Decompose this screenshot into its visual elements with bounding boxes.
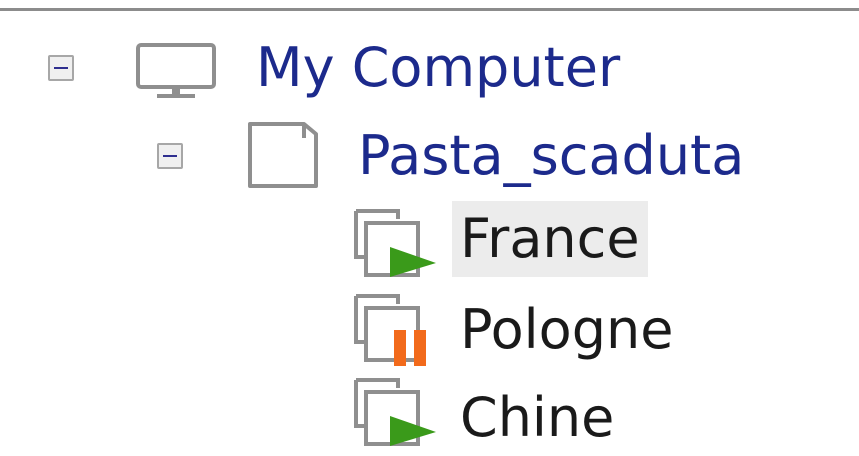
collapse-toggle-pasta-scaduta[interactable] [157, 143, 183, 169]
tree-node-my-computer[interactable]: My Computer [0, 30, 859, 106]
tree-label-my-computer: My Computer [256, 36, 621, 99]
document-icon [248, 122, 318, 188]
tree-label-pasta-scaduta: Pasta_scaduta [358, 124, 745, 187]
tree-view: My Computer Pasta_scaduta France Pologne [0, 0, 859, 450]
job-paused-icon [354, 294, 426, 366]
tree-node-pologne[interactable]: Pologne [0, 292, 859, 368]
tree-label-france: France [452, 201, 648, 277]
tree-node-pasta-scaduta[interactable]: Pasta_scaduta [0, 118, 859, 194]
tree-node-france[interactable]: France [0, 201, 859, 281]
collapse-toggle-my-computer[interactable] [48, 55, 74, 81]
monitor-icon [136, 43, 216, 98]
tree-label-pologne: Pologne [460, 298, 674, 361]
job-running-icon [354, 378, 436, 446]
tree-label-chine: Chine [460, 386, 615, 449]
tree-node-chine[interactable]: Chine [0, 374, 859, 450]
job-running-icon [354, 209, 436, 277]
